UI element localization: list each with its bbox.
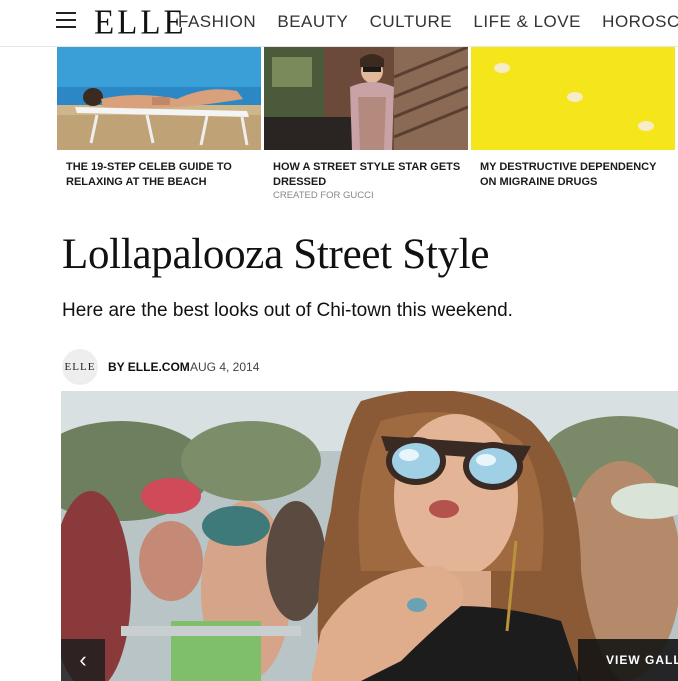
article-dek: Here are the best looks out of Chi-town … [62, 300, 513, 321]
story-card-migraine[interactable]: MY DESTRUCTIVE DEPENDENCY ON MIGRAINE DR… [471, 47, 675, 190]
beach-thumbnail[interactable] [57, 47, 261, 150]
pills-thumbnail[interactable] [471, 47, 675, 150]
nav-culture[interactable]: CULTURE [370, 12, 453, 31]
story-title[interactable]: THE 19-STEP CELEB GUIDE TO RELAXING AT T… [57, 160, 261, 190]
nav-horoscopes[interactable]: HOROSCOPES [602, 12, 678, 31]
story-title[interactable]: MY DESTRUCTIVE DEPENDENCY ON MIGRAINE DR… [471, 160, 675, 190]
nav-beauty[interactable]: BEAUTY [277, 12, 348, 31]
street-style-thumbnail[interactable] [264, 47, 468, 150]
menu-icon[interactable] [56, 11, 76, 29]
story-card-beach[interactable]: THE 19-STEP CELEB GUIDE TO RELAXING AT T… [57, 47, 261, 190]
story-title[interactable]: HOW A STREET STYLE STAR GETS DRESSED [264, 160, 468, 190]
publish-date: AUG 4, 2014 [190, 360, 260, 374]
story-card-street-style[interactable]: HOW A STREET STYLE STAR GETS DRESSED CRE… [264, 47, 468, 201]
author-avatar[interactable]: ELLE [62, 349, 98, 385]
main-nav: FASHION BEAUTY CULTURE LIFE & LOVE HOROS… [178, 12, 678, 32]
view-gallery-button[interactable]: VIEW GALLERY [578, 639, 678, 681]
hero-image[interactable]: ‹ VIEW GALLERY [61, 391, 678, 681]
sponsor-label: CREATED FOR GUCCI [273, 190, 374, 201]
nav-life-love[interactable]: LIFE & LOVE [473, 12, 581, 31]
article-headline: Lollapalooza Street Style [62, 231, 490, 278]
prev-arrow-icon[interactable]: ‹ [61, 639, 105, 681]
author-name[interactable]: BY ELLE.COM [108, 360, 190, 374]
elle-logo[interactable]: ELLE [94, 3, 187, 43]
site-header: ELLE FASHION BEAUTY CULTURE LIFE & LOVE … [0, 0, 678, 47]
nav-fashion[interactable]: FASHION [178, 12, 256, 31]
